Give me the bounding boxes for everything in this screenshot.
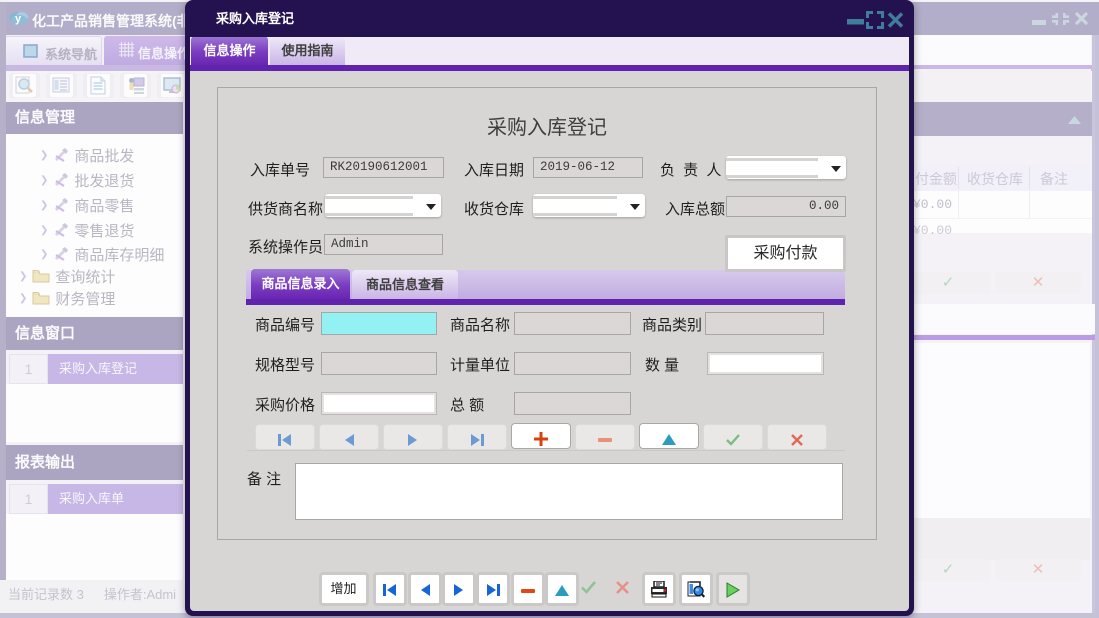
svg-text:y: y	[15, 13, 22, 25]
